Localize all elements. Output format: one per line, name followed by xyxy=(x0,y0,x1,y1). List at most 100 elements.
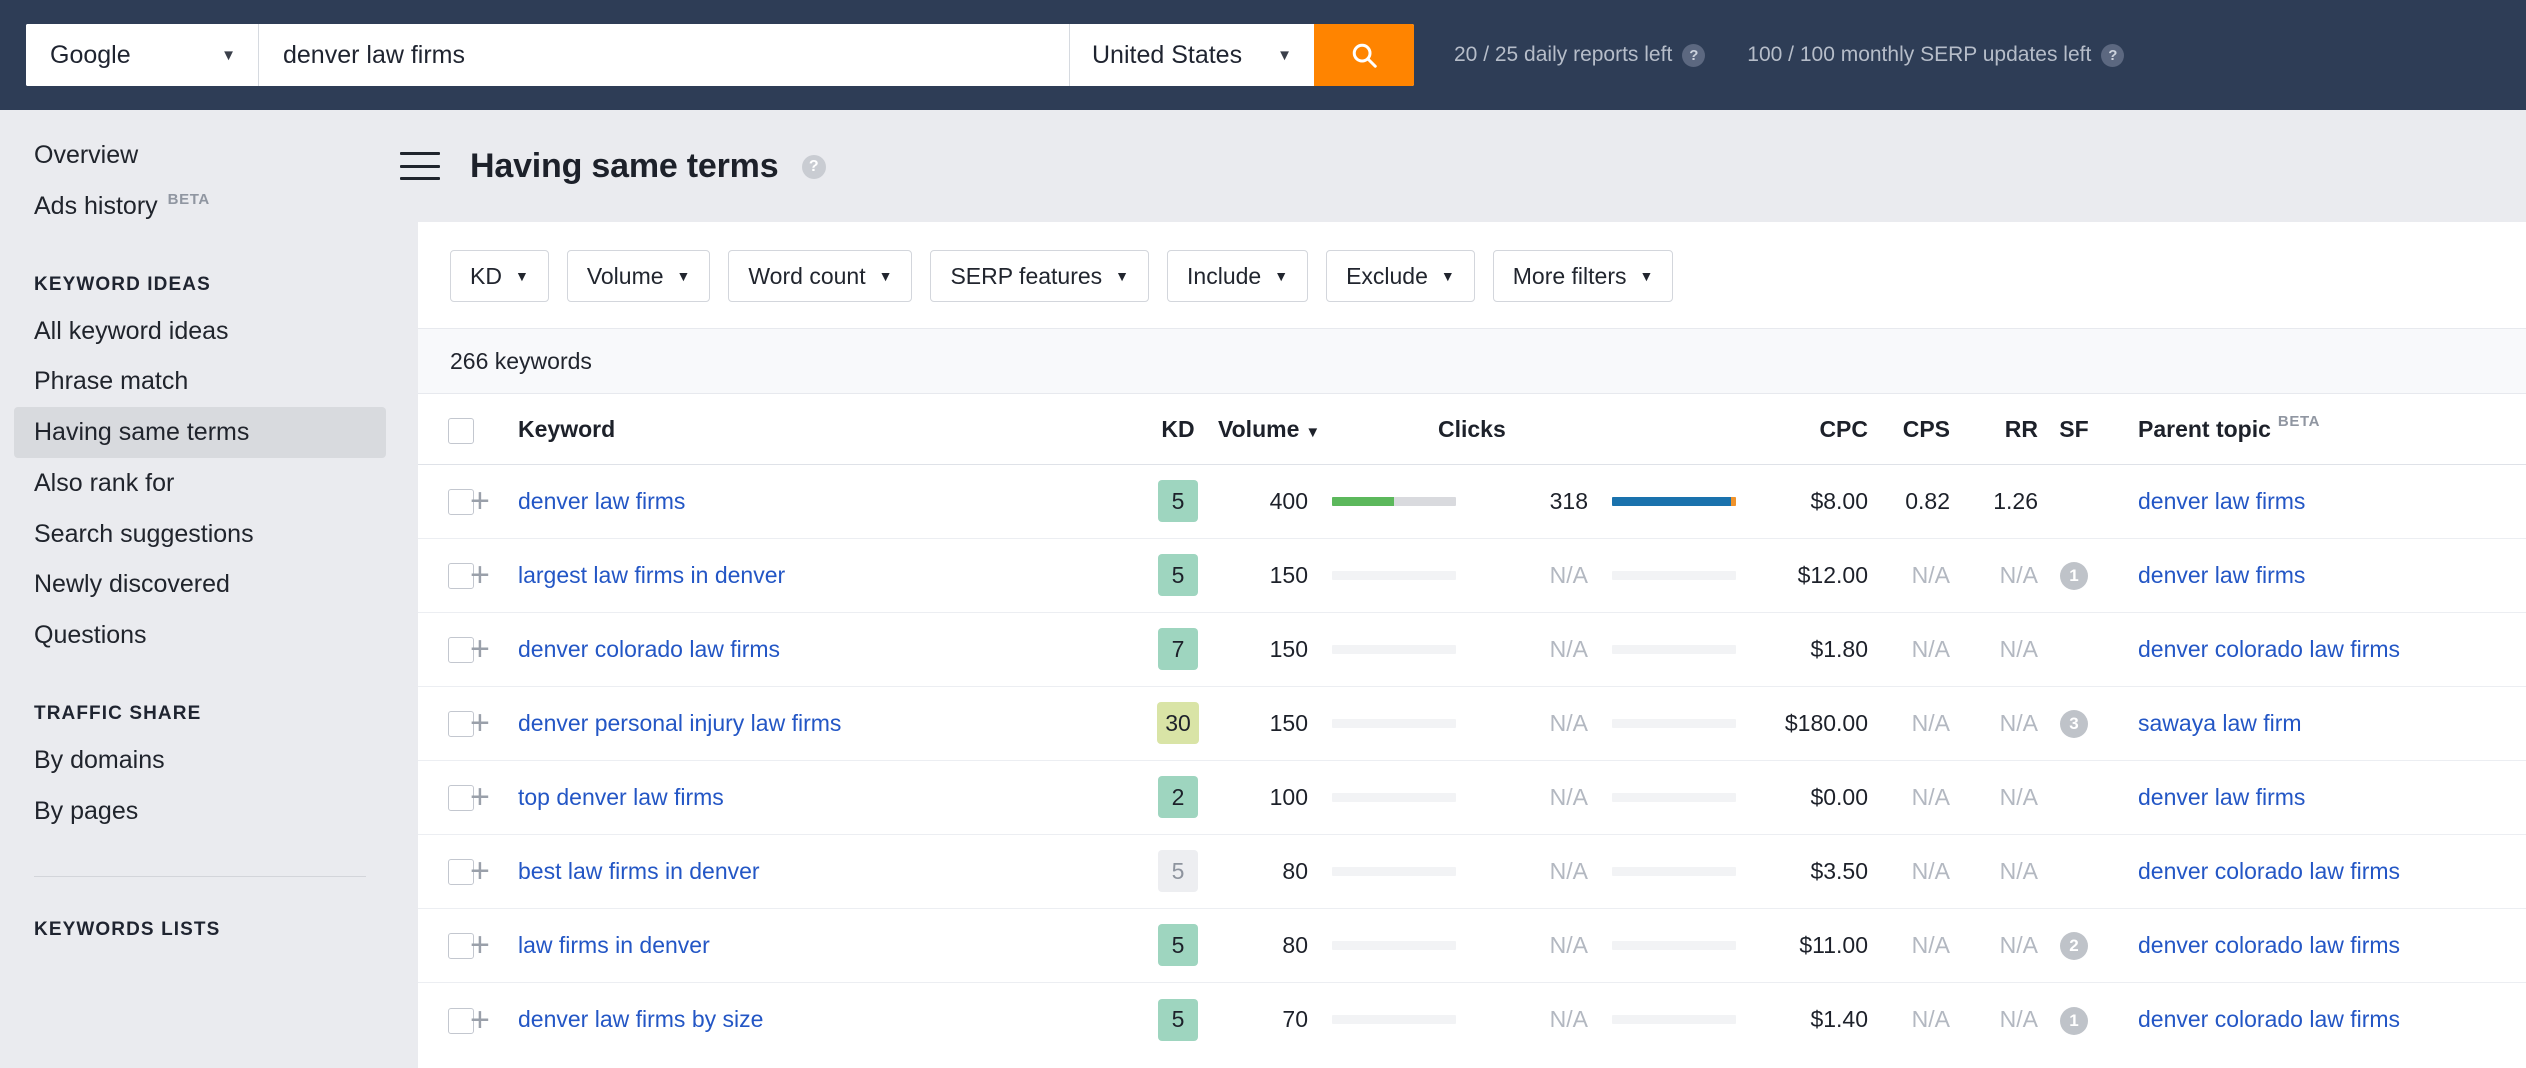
plus-icon[interactable]: + xyxy=(470,706,490,740)
column-header-volume[interactable]: Volume▼ xyxy=(1218,394,1308,464)
sidebar-item-all-keyword-ideas[interactable]: All keyword ideas xyxy=(14,306,386,357)
add-to-list-cell: + xyxy=(470,464,518,538)
country-select[interactable]: United States ▼ xyxy=(1069,24,1314,86)
plus-icon[interactable]: + xyxy=(470,928,490,962)
parent-topic-link[interactable]: denver law firms xyxy=(2138,562,2305,588)
parent-topic-link[interactable]: denver colorado law firms xyxy=(2138,1006,2400,1032)
clicks-value: 318 xyxy=(1550,488,1588,514)
row-checkbox-cell xyxy=(418,686,470,760)
plus-icon[interactable]: + xyxy=(470,854,490,888)
sidebar-item-overview[interactable]: Overview xyxy=(14,130,386,181)
sf-badge[interactable]: 1 xyxy=(2060,562,2088,590)
keyword-link[interactable]: denver colorado law firms xyxy=(518,636,780,662)
search-engine-select[interactable]: Google ▼ xyxy=(26,24,259,86)
help-icon[interactable]: ? xyxy=(802,155,826,179)
filter-button-label: KD xyxy=(470,263,502,290)
keyword-link[interactable]: denver law firms by size xyxy=(518,1006,763,1032)
rr-cell: N/A xyxy=(1950,908,2038,982)
column-header-cps[interactable]: CPS xyxy=(1868,394,1950,464)
filter-button-include[interactable]: Include▼ xyxy=(1167,250,1308,302)
table-row: +denver law firms by size570N/A$1.40N/AN… xyxy=(418,982,2526,1056)
rr-value: N/A xyxy=(2000,1006,2038,1032)
filter-button-volume[interactable]: Volume▼ xyxy=(567,250,711,302)
parent-topic-link[interactable]: denver colorado law firms xyxy=(2138,932,2400,958)
sidebar-item-search-suggestions[interactable]: Search suggestions xyxy=(14,509,386,560)
hamburger-icon[interactable] xyxy=(400,152,440,180)
column-header-rr[interactable]: RR xyxy=(1950,394,2038,464)
parent-topic-link[interactable]: denver law firms xyxy=(2138,784,2305,810)
volume-bar-cell xyxy=(1308,760,1438,834)
cpc-value: $11.00 xyxy=(1799,932,1868,958)
parent-topic-link[interactable]: denver law firms xyxy=(2138,488,2305,514)
plus-icon[interactable]: + xyxy=(470,484,490,518)
plus-icon[interactable]: + xyxy=(470,558,490,592)
sf-badge[interactable]: 2 xyxy=(2060,932,2088,960)
keyword-cell: denver law firms by size xyxy=(518,982,1138,1056)
parent-topic-cell: denver law firms xyxy=(2110,760,2526,834)
sidebar-heading-traffic-share: TRAFFIC SHARE xyxy=(34,703,366,725)
filter-button-more-filters[interactable]: More filters▼ xyxy=(1493,250,1674,302)
chevron-down-icon: ▼ xyxy=(879,268,893,284)
keyword-link[interactable]: law firms in denver xyxy=(518,932,710,958)
column-header-parent-topic[interactable]: Parent topicBETA xyxy=(2110,394,2526,464)
select-all-checkbox[interactable] xyxy=(448,418,474,444)
cps-value: N/A xyxy=(1912,1006,1950,1032)
sidebar-item-questions[interactable]: Questions xyxy=(14,610,386,661)
clicks-cell: N/A xyxy=(1438,538,1588,612)
keyword-link[interactable]: top denver law firms xyxy=(518,784,724,810)
keyword-link[interactable]: largest law firms in denver xyxy=(518,562,785,588)
sidebar-item-by-domains[interactable]: By domains xyxy=(14,735,386,786)
kd-badge: 7 xyxy=(1158,628,1198,670)
search-query-input[interactable] xyxy=(259,24,1069,86)
sidebar-item-phrase-match[interactable]: Phrase match xyxy=(14,356,386,407)
help-icon[interactable]: ? xyxy=(2101,44,2124,67)
country-label: United States xyxy=(1092,41,1242,70)
search-button[interactable] xyxy=(1314,24,1414,86)
table-row: +law firms in denver580N/A$11.00N/AN/A2d… xyxy=(418,908,2526,982)
volume-value: 80 xyxy=(1282,858,1308,884)
kd-cell: 5 xyxy=(1138,464,1218,538)
keyword-link[interactable]: denver personal injury law firms xyxy=(518,710,841,736)
parent-topic-link[interactable]: sawaya law firm xyxy=(2138,710,2302,736)
row-checkbox-cell xyxy=(418,464,470,538)
column-header-cpc[interactable]: CPC xyxy=(1728,394,1868,464)
sidebar-item-also-rank-for[interactable]: Also rank for xyxy=(14,458,386,509)
sf-badge[interactable]: 1 xyxy=(2060,1007,2088,1035)
clicks-value: N/A xyxy=(1550,932,1588,958)
plus-icon[interactable]: + xyxy=(470,780,490,814)
keyword-link[interactable]: best law firms in denver xyxy=(518,858,760,884)
plus-icon[interactable]: + xyxy=(470,632,490,666)
clicks-bar-cell xyxy=(1588,760,1728,834)
filter-button-serp-features[interactable]: SERP features▼ xyxy=(930,250,1149,302)
cps-cell: N/A xyxy=(1868,834,1950,908)
add-to-list-cell: + xyxy=(470,982,518,1056)
parent-topic-link[interactable]: denver colorado law firms xyxy=(2138,858,2400,884)
clicks-bar-cell xyxy=(1588,612,1728,686)
keyword-link[interactable]: denver law firms xyxy=(518,488,685,514)
parent-topic-link[interactable]: denver colorado law firms xyxy=(2138,636,2400,662)
sidebar-item-having-same-terms[interactable]: Having same terms xyxy=(14,407,386,458)
column-header-clicks[interactable]: Clicks xyxy=(1438,394,1588,464)
sidebar-item-ads-history[interactable]: Ads historyBETA xyxy=(14,181,386,232)
filter-button-kd[interactable]: KD▼ xyxy=(450,250,549,302)
kd-badge: 30 xyxy=(1157,702,1199,744)
filter-button-exclude[interactable]: Exclude▼ xyxy=(1326,250,1475,302)
column-header-parent-topic-label: Parent topic xyxy=(2138,416,2271,442)
daily-reports-quota: 20 / 25 daily reports left ? xyxy=(1454,43,1705,67)
column-header-keyword[interactable]: Keyword xyxy=(518,394,1138,464)
help-icon[interactable]: ? xyxy=(1682,44,1705,67)
sidebar-item-label: By pages xyxy=(34,797,138,826)
plus-icon[interactable]: + xyxy=(470,1003,490,1037)
filter-button-word-count[interactable]: Word count▼ xyxy=(728,250,912,302)
sf-badge[interactable]: 3 xyxy=(2060,710,2088,738)
sidebar-item-newly-discovered[interactable]: Newly discovered xyxy=(14,559,386,610)
keyword-cell: largest law firms in denver xyxy=(518,538,1138,612)
sidebar-heading-keyword-ideas: KEYWORD IDEAS xyxy=(34,274,366,296)
rr-value: N/A xyxy=(2000,858,2038,884)
cpc-cell: $0.00 xyxy=(1728,760,1868,834)
sidebar-item-by-pages[interactable]: By pages xyxy=(14,786,386,837)
column-header-sf[interactable]: SF xyxy=(2038,394,2110,464)
column-header-kd[interactable]: KD xyxy=(1138,394,1218,464)
sort-desc-icon: ▼ xyxy=(1305,424,1320,441)
result-count-row: 266 keywords xyxy=(418,328,2526,394)
